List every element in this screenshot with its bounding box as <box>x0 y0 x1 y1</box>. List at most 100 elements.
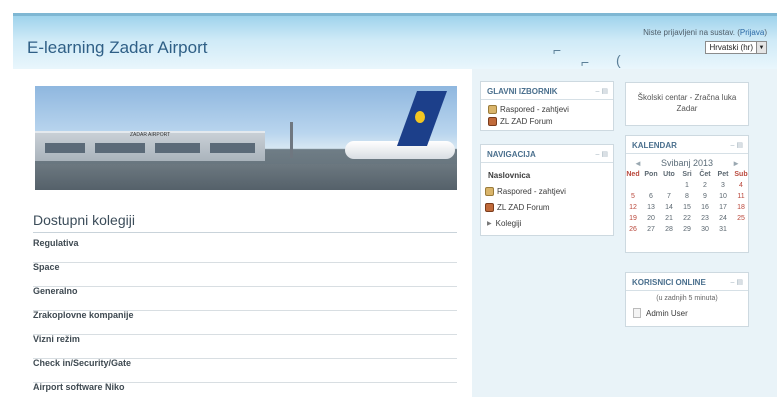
airport-banner-image: ZADAR AIRPORT <box>35 86 457 190</box>
middle-column: GLAVNI IZBORNIK – ▤ Raspored - zahtjevi … <box>472 69 622 397</box>
main-menu-item-forum[interactable]: ZL ZAD Forum <box>481 115 613 127</box>
course-item[interactable]: Regulativa <box>33 239 457 263</box>
nav-item-courses[interactable]: ▶ Kolegiji <box>481 217 613 229</box>
course-item[interactable]: Space <box>33 263 457 287</box>
site-header: E-learning Zadar Airport ⌐ ⌐ ( Niste pri… <box>13 13 777 70</box>
next-month-icon[interactable]: ► <box>732 159 740 168</box>
main-menu-item-schedule[interactable]: Raspored - zahtjevi <box>481 103 613 115</box>
calendar-day: 31 <box>719 226 727 233</box>
calendar-nav: ◄ Svibanj 2013 ► <box>626 154 748 170</box>
calendar-day <box>732 225 750 235</box>
calendar-day: 6 <box>649 193 653 200</box>
calendar-title: KALENDAR – ▤ <box>626 136 748 154</box>
calendar-day: 16 <box>701 204 709 211</box>
nav-item-schedule[interactable]: Raspored - zahtjevi <box>481 185 613 197</box>
course-list: Regulativa Space Generalno Zrakoplovne k… <box>33 239 457 397</box>
calendar-day: 20 <box>647 215 655 222</box>
navigation-block: NAVIGACIJA – ▤ Naslovnica Raspored - zah… <box>480 144 614 236</box>
prev-month-icon[interactable]: ◄ <box>634 159 642 168</box>
block-collapse-icon[interactable]: – ▤ <box>731 278 743 286</box>
nav-home[interactable]: Naslovnica <box>481 169 613 181</box>
language-select[interactable]: Hrvatski (hr) ▼ <box>705 41 767 54</box>
calendar-day: 29 <box>683 226 691 233</box>
language-value: Hrvatski (hr) <box>709 43 753 52</box>
calendar-grid: Ned Pon Uto Sri Čet Pet Sub 1 2 3 4 5 6 … <box>626 170 748 235</box>
tarmac <box>35 164 457 190</box>
calendar-day: 13 <box>647 204 655 211</box>
terminal-sign: ZADAR AIRPORT <box>130 132 171 138</box>
calendar-day: 7 <box>667 193 671 200</box>
schedule-icon <box>488 104 497 114</box>
calendar-day: 1 <box>685 182 689 189</box>
calendar-day: 22 <box>683 215 691 222</box>
course-item[interactable]: Airport software Niko <box>33 383 457 397</box>
calendar-day: 4 <box>739 182 743 189</box>
nav-item-forum[interactable]: ZL ZAD Forum <box>481 201 613 213</box>
main-column: ZADAR AIRPORT Dostupni kolegiji Regulati… <box>13 69 472 397</box>
calendar-day: 26 <box>629 226 637 233</box>
calendar-block: KALENDAR – ▤ ◄ Svibanj 2013 ► Ned Pon Ut… <box>625 135 749 253</box>
courses-heading: Dostupni kolegiji <box>33 212 135 228</box>
calendar-day: 15 <box>683 204 691 211</box>
calendar-day: 27 <box>647 226 655 233</box>
site-title[interactable]: E-learning Zadar Airport <box>27 38 207 58</box>
login-link[interactable]: Prijava <box>740 28 764 37</box>
calendar-day-header: Sri <box>682 171 692 178</box>
bird-icon: ⌐ <box>553 42 562 58</box>
schedule-icon <box>485 186 494 196</box>
calendar-day-header: Čet <box>699 171 711 178</box>
right-column: Školski centar - Zračna luka Zadar KALEN… <box>622 69 777 397</box>
calendar-day <box>660 181 678 191</box>
course-item[interactable]: Generalno <box>33 287 457 311</box>
calendar-day: 18 <box>737 204 745 211</box>
airplane-logo <box>415 111 425 123</box>
calendar-day: 3 <box>721 182 725 189</box>
calendar-day: 28 <box>665 226 673 233</box>
calendar-day-header: Ned <box>626 171 640 178</box>
calendar-day-header: Pon <box>644 171 658 178</box>
calendar-day: 24 <box>719 215 727 222</box>
calendar-day: 30 <box>701 226 709 233</box>
calendar-day: 25 <box>737 215 745 222</box>
calendar-day: 21 <box>665 215 673 222</box>
login-info: Niste prijavljeni na sustav. (Prijava) <box>643 28 767 37</box>
triangle-right-icon[interactable]: ▶ <box>487 220 492 227</box>
calendar-day: 9 <box>703 193 707 200</box>
calendar-day-header: Sub <box>734 171 748 178</box>
chevron-down-icon[interactable]: ▼ <box>756 42 766 53</box>
block-collapse-icon[interactable]: – ▤ <box>731 141 743 149</box>
calendar-day: 11 <box>737 193 745 200</box>
calendar-day: 5 <box>631 193 635 200</box>
block-collapse-icon[interactable]: – ▤ <box>596 87 608 95</box>
online-user[interactable]: Admin User <box>626 307 748 319</box>
bird-icon: ⌐ <box>581 54 590 70</box>
main-menu-title: GLAVNI IZBORNIK – ▤ <box>481 82 613 100</box>
block-collapse-icon[interactable]: – ▤ <box>596 150 608 158</box>
online-users-block: KORISNICI ONLINE – ▤ (u zadnjih 5 minuta… <box>625 272 749 327</box>
calendar-day: 17 <box>719 204 727 211</box>
calendar-day-header: Uto <box>663 171 675 178</box>
calendar-day: 2 <box>703 182 707 189</box>
main-menu-block: GLAVNI IZBORNIK – ▤ Raspored - zahtjevi … <box>480 81 614 131</box>
calendar-day: 12 <box>629 204 637 211</box>
school-text: Školski centar - Zračna luka Zadar <box>637 93 737 113</box>
forum-icon <box>488 116 497 126</box>
user-icon <box>633 308 641 318</box>
calendar-day: 19 <box>629 215 637 222</box>
course-item[interactable]: Zrakoplovne kompanije <box>33 311 457 335</box>
calendar-day: 10 <box>719 193 727 200</box>
course-item[interactable]: Check in/Security/Gate <box>33 359 457 383</box>
online-users-title: KORISNICI ONLINE – ▤ <box>626 273 748 291</box>
calendar-day: 23 <box>701 215 709 222</box>
course-item[interactable]: Vizni režim <box>33 335 457 359</box>
navigation-title: NAVIGACIJA – ▤ <box>481 145 613 163</box>
school-block: Školski centar - Zračna luka Zadar <box>625 82 749 126</box>
calendar-day <box>624 181 642 191</box>
calendar-day: 14 <box>665 204 673 211</box>
calendar-day <box>642 181 660 191</box>
terminal-building: ZADAR AIRPORT <box>35 131 265 161</box>
calendar-day-header: Pet <box>717 171 729 178</box>
page-body: ZADAR AIRPORT Dostupni kolegiji Regulati… <box>13 69 777 397</box>
calendar-day: 8 <box>685 193 689 200</box>
divider <box>33 232 457 233</box>
